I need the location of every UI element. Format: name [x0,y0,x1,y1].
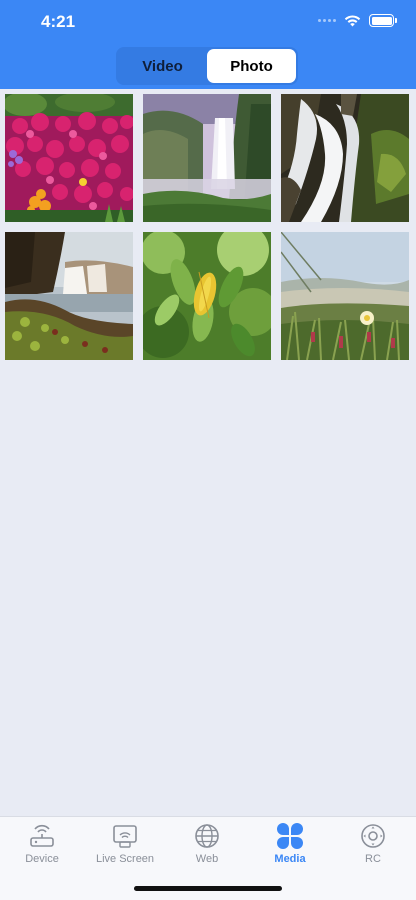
tab-rc[interactable]: RC [333,823,413,869]
photo-thumbnail-beach-grass[interactable] [281,232,409,360]
waterfall-valley-image [143,94,271,222]
segment-photo[interactable]: Photo [207,49,296,83]
photo-thumbnail-green-leaves[interactable] [143,232,271,360]
battery-icon [369,14,397,27]
tab-rc-label: RC [365,853,381,865]
wifi-icon [344,15,361,27]
tab-device-label: Device [25,853,59,865]
tab-live-screen[interactable]: Live Screen [85,823,165,869]
photo-thumbnail-flowers[interactable] [5,94,133,222]
tab-live-screen-label: Live Screen [95,853,155,865]
tab-device[interactable]: Device [2,823,82,869]
status-icons [318,14,397,27]
home-indicator [134,886,282,891]
photo-thumbnail-waterfall-valley[interactable] [143,94,271,222]
photo-thumbnail-waterfall-shore[interactable] [5,232,133,360]
photo-thumbnail-waterfall-rocks[interactable] [281,94,409,222]
tab-media-label: Media [274,853,306,865]
status-time: 4:21 [41,12,76,31]
tab-media[interactable]: Media [250,823,330,869]
header-bar: 4:21 Video Photo [0,0,416,89]
segment-video[interactable]: Video [118,49,207,83]
flowers-image [5,94,133,222]
media-grid-icon [277,823,303,849]
tab-web-label: Web [195,853,219,865]
waterfall-rocks-image [281,94,409,222]
screen-cast-icon [113,825,137,848]
remote-control-icon [361,824,385,848]
router-icon [30,824,54,847]
globe-icon [195,824,219,848]
waterfall-shore-image [5,232,133,360]
photo-grid [5,94,411,360]
tab-web[interactable]: Web [167,823,247,869]
cellular-signal-icon [318,19,336,22]
green-leaves-image [143,232,271,360]
beach-grass-image [281,232,409,360]
media-type-segmented-control: Video Photo [116,47,298,85]
